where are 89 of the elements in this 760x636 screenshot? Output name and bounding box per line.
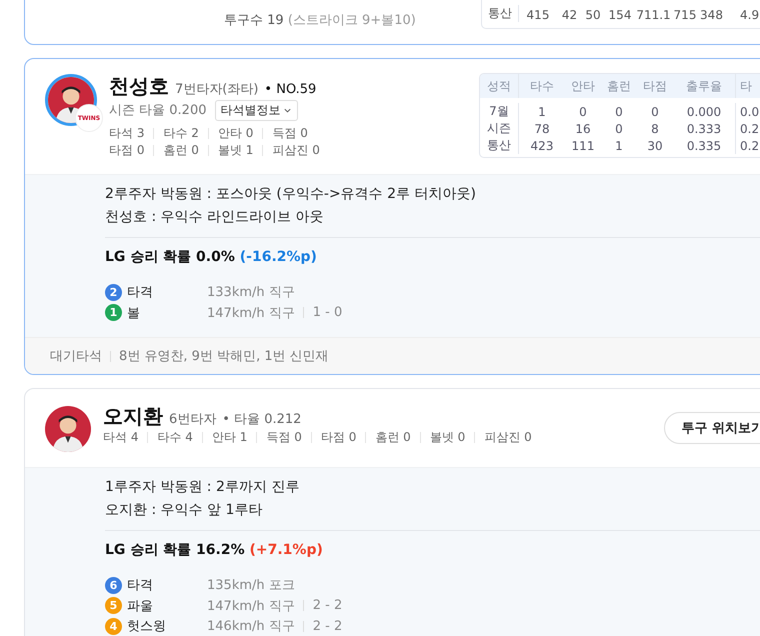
table-cell: 711.1 (636, 8, 671, 22)
table-cell-text: 50 (584, 8, 602, 22)
table-cell-text: 0 (650, 104, 660, 120)
player-name: 천성호 (109, 73, 169, 100)
play-description: 오지환 : 우익수 앞 1루타 (105, 501, 264, 520)
table-cell: 통산 (482, 5, 519, 22)
table-cell-text: 1 (537, 104, 547, 120)
column-header: 타점 (642, 78, 668, 94)
pitch-number-badge: 2 (105, 284, 122, 301)
column-header: 성적 (480, 74, 519, 98)
table-cell-text: 30 (646, 138, 664, 154)
pitch-result: 타격 (126, 577, 154, 594)
player-name: 오지환 (103, 403, 163, 430)
stat-item: 볼넷 1 (208, 145, 262, 156)
pitch-detail: 147km/h 직구 (207, 304, 295, 322)
pitch-detail: 133km/h 직구 (207, 284, 295, 302)
column-header: 홈런 (606, 78, 632, 94)
stat-item: 타수 4 (147, 432, 202, 443)
pitch-detail: 147km/h 직구 (207, 598, 295, 615)
uniform-number: • NO.59 (264, 82, 316, 97)
table-cell-text: 8 (650, 120, 660, 137)
pitch-number-badge: 5 (105, 597, 122, 614)
pitch-result: 헛스윙 (126, 618, 167, 636)
stat-item: 홈런 0 (365, 432, 420, 443)
win-probability: LG 승리 확률 0.0% (-16.2%p) (105, 248, 318, 267)
play-description: 2루주자 박동원 : 포스아웃 (우익수->유격수 2루 터치아웃) (105, 185, 477, 204)
table-cell: 0.335 (673, 137, 736, 154)
column-header: 타수 (529, 78, 555, 94)
table-cell-text: 0.2 (739, 120, 760, 137)
table-cell-text: 0 (614, 104, 624, 120)
win-probability: LG 승리 확률 16.2% (+7.1%p) (105, 541, 324, 560)
batting-order: 7번타자(좌타) (175, 81, 258, 98)
batting-average: • 타율 0.212 (222, 411, 302, 428)
on-deck-label: 대기타석 (50, 350, 111, 362)
table-cell-text: 0 (578, 104, 588, 120)
on-deck-batters: 8번 유영찬, 9번 박해민, 1번 신민재 (118, 348, 329, 365)
table-cell: 0.000 (673, 103, 736, 120)
stat-item: 타석 4 (103, 432, 140, 443)
play-description: 1루주자 박동원 : 2루까지 진루 (105, 478, 300, 497)
at-bat-info-dropdown[interactable]: 타석별정보 (214, 100, 298, 120)
stat-item: 득점 0 (262, 128, 317, 139)
table-cell: 7월 (480, 103, 519, 120)
table-cell: 348 (699, 8, 724, 22)
stat-item: 타석 3 (109, 128, 146, 139)
pitch-result: 파울 (126, 598, 154, 615)
table-cell: 0.333 (673, 120, 736, 137)
stat-item: 피삼진 0 (262, 145, 329, 156)
table-cell-text: 0.2 (739, 138, 760, 154)
table-cell-text: 111 (570, 138, 596, 154)
ball-count: 2 - 2 (302, 600, 342, 612)
table-cell-text: 1 (614, 138, 624, 154)
table-cell: 통산 (480, 137, 519, 154)
pitch-number-badge: 6 (105, 576, 122, 594)
stat-item: 볼넷 0 (420, 432, 474, 443)
ball-count: 2 - 2 (302, 620, 342, 632)
stat-item: 득점 0 (256, 432, 311, 443)
table-cell-text: 78 (533, 120, 551, 137)
column-header: 안타 (570, 78, 596, 94)
stat-item: 피삼진 0 (474, 432, 541, 443)
batting-order: 6번타자 (169, 411, 216, 428)
stat-item: 홈런 0 (153, 145, 208, 156)
pitch-number-badge: 4 (105, 618, 122, 635)
play-description: 천성호 : 우익수 라인드라이브 아웃 (105, 208, 325, 227)
pitch-count: 투구수 19 (스트라이크 9+볼10) (224, 12, 416, 29)
table-cell-text: 0.0 (739, 104, 760, 120)
column-header: 출루율 (673, 74, 736, 98)
pitch-location-button[interactable]: 투구 위치보기 (664, 412, 760, 444)
stat-item: 안타 1 (202, 432, 256, 443)
ball-count: 1 - 0 (302, 307, 342, 318)
table-cell-text: 4.9 (739, 8, 760, 22)
stat-item: 타수 2 (153, 128, 208, 139)
pitch-number-badge: 1 (105, 304, 122, 322)
pitch-detail: 146km/h 직구 (207, 618, 295, 636)
table-cell-text: 16 (574, 120, 592, 137)
pitch-detail: 135km/h 포크 (207, 577, 295, 594)
stat-item: 타점 0 (310, 432, 366, 443)
table-cell-text: 0 (614, 120, 624, 137)
table-cell: 시즌 (480, 120, 519, 137)
pitch-result: 타격 (126, 284, 154, 302)
stat-item: 안타 0 (208, 128, 262, 139)
table-cell-text: 42 (560, 8, 578, 22)
season-average: 시즌 타율 0.200 (109, 102, 206, 119)
column-header: 타 (739, 78, 753, 94)
table-cell-text: 423 (530, 138, 554, 154)
stat-item: 타점 0 (109, 145, 146, 156)
table-cell-text: 415 (526, 8, 550, 22)
table-cell-text: 715 (672, 8, 698, 22)
pitch-result: 볼 (126, 304, 141, 322)
table-cell-text: 154 (608, 8, 632, 22)
